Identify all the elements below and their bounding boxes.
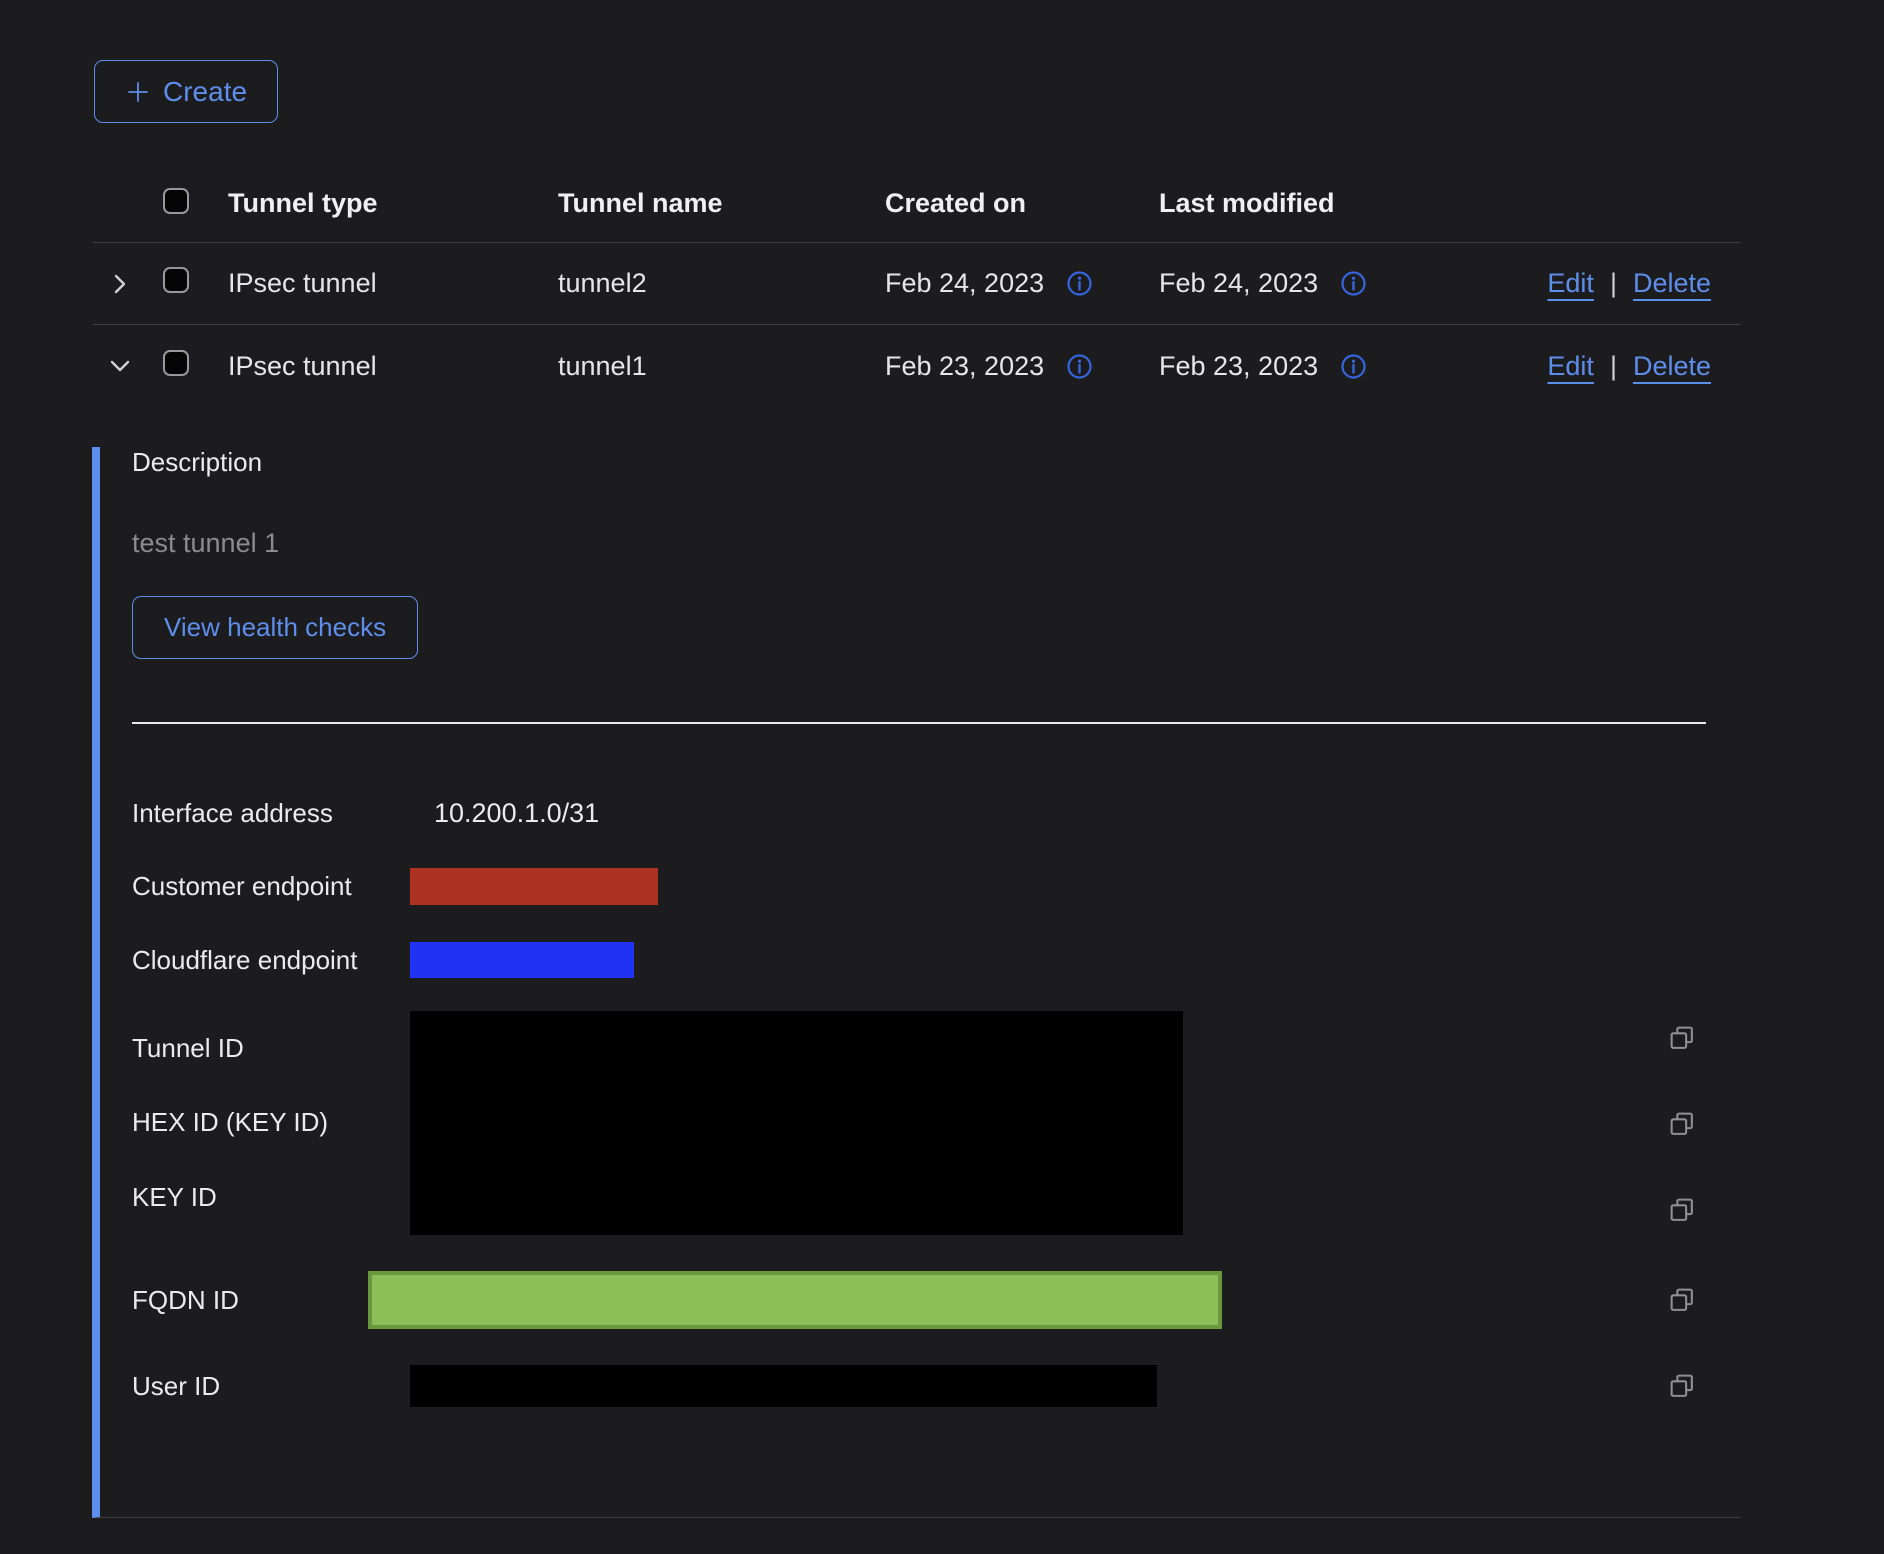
cell-tunnel-type: IPsec tunnel: [228, 351, 558, 382]
cell-tunnel-name: tunnel2: [558, 268, 885, 299]
customer-endpoint-redacted-value: [410, 868, 658, 905]
detail-row-interface-address: Interface address 10.200.1.0/31: [132, 776, 1706, 850]
view-health-checks-button[interactable]: View health checks: [132, 596, 418, 659]
interface-address-label: Interface address: [132, 798, 410, 829]
column-header-last-modified: Last modified: [1159, 188, 1439, 219]
copy-icon: [1668, 1196, 1696, 1224]
copy-key-id-button[interactable]: [1668, 1196, 1696, 1224]
cell-last-modified: Feb 24, 2023: [1159, 268, 1318, 299]
copy-icon: [1668, 1286, 1696, 1314]
chevron-down-icon: [107, 353, 133, 379]
cloudflare-endpoint-redacted-value: [410, 942, 634, 978]
expand-row-button[interactable]: [107, 271, 133, 297]
cell-created-on: Feb 24, 2023: [885, 268, 1044, 299]
create-button-label: Create: [163, 76, 247, 108]
table-row-tunnel1: IPsec tunnel tunnel1 Feb 23, 2023 Feb 23…: [93, 325, 1741, 407]
copy-user-id-button[interactable]: [1668, 1372, 1696, 1400]
info-icon[interactable]: [1066, 270, 1093, 297]
copy-icon: [1668, 1110, 1696, 1138]
delete-link[interactable]: Delete: [1633, 351, 1711, 382]
fqdn-id-label: FQDN ID: [132, 1285, 368, 1316]
tunnels-page: Create Tunnel type Tunnel name Created o…: [0, 0, 1884, 1554]
customer-endpoint-label: Customer endpoint: [132, 871, 410, 902]
user-id-label: User ID: [132, 1371, 410, 1402]
column-header-tunnel-name: Tunnel name: [558, 188, 885, 219]
delete-link[interactable]: Delete: [1633, 268, 1711, 299]
cell-tunnel-name: tunnel1: [558, 351, 885, 382]
actions-separator: |: [1610, 351, 1617, 382]
panel-divider: [132, 722, 1706, 724]
copy-hex-id-button[interactable]: [1668, 1110, 1696, 1138]
ids-redacted-value: [410, 1011, 1183, 1235]
copy-fqdn-id-button[interactable]: [1668, 1286, 1696, 1314]
row-checkbox[interactable]: [163, 267, 189, 293]
cell-last-modified: Feb 23, 2023: [1159, 351, 1318, 382]
edit-link[interactable]: Edit: [1547, 268, 1594, 299]
tunnel-id-label: Tunnel ID: [132, 1011, 410, 1086]
description-value: test tunnel 1: [132, 528, 1706, 559]
select-all-checkbox[interactable]: [163, 188, 189, 214]
copy-icon: [1668, 1024, 1696, 1052]
chevron-right-icon: [107, 271, 133, 297]
cell-tunnel-type: IPsec tunnel: [228, 268, 558, 299]
edit-link[interactable]: Edit: [1547, 351, 1594, 382]
copy-tunnel-id-button[interactable]: [1668, 1024, 1696, 1052]
column-header-tunnel-type: Tunnel type: [228, 188, 558, 219]
collapse-row-button[interactable]: [107, 353, 133, 379]
create-button[interactable]: Create: [94, 60, 278, 123]
cloudflare-endpoint-label: Cloudflare endpoint: [132, 945, 410, 976]
user-id-redacted-value: [410, 1365, 1157, 1407]
fqdn-id-redacted-value: [368, 1271, 1222, 1329]
detail-row-customer-endpoint: Customer endpoint: [132, 850, 1706, 923]
tunnels-table: Tunnel type Tunnel name Created on Last …: [93, 165, 1741, 1518]
info-icon[interactable]: [1066, 353, 1093, 380]
description-label: Description: [132, 447, 1706, 478]
table-row-tunnel2: IPsec tunnel tunnel2 Feb 24, 2023 Feb 24…: [93, 243, 1741, 325]
table-header-row: Tunnel type Tunnel name Created on Last …: [93, 165, 1741, 243]
tunnel-details: Interface address 10.200.1.0/31 Customer…: [132, 776, 1706, 1407]
expanded-row-panel: Description test tunnel 1 View health ch…: [92, 447, 1741, 1518]
detail-row-fqdn-id: FQDN ID: [132, 1271, 1706, 1329]
column-header-created-on: Created on: [885, 188, 1159, 219]
actions-separator: |: [1610, 268, 1617, 299]
key-id-label: KEY ID: [132, 1160, 410, 1235]
copy-icon: [1668, 1372, 1696, 1400]
row-checkbox[interactable]: [163, 350, 189, 376]
interface-address-value: 10.200.1.0/31: [410, 798, 599, 829]
info-icon[interactable]: [1340, 270, 1367, 297]
detail-row-cloudflare-endpoint: Cloudflare endpoint: [132, 923, 1706, 997]
hex-id-label: HEX ID (KEY ID): [132, 1086, 410, 1161]
cell-created-on: Feb 23, 2023: [885, 351, 1044, 382]
plus-icon: [125, 79, 151, 105]
detail-group-ids: Tunnel ID HEX ID (KEY ID) KEY ID: [132, 1011, 1706, 1235]
detail-row-user-id: User ID: [132, 1365, 1706, 1407]
info-icon[interactable]: [1340, 353, 1367, 380]
